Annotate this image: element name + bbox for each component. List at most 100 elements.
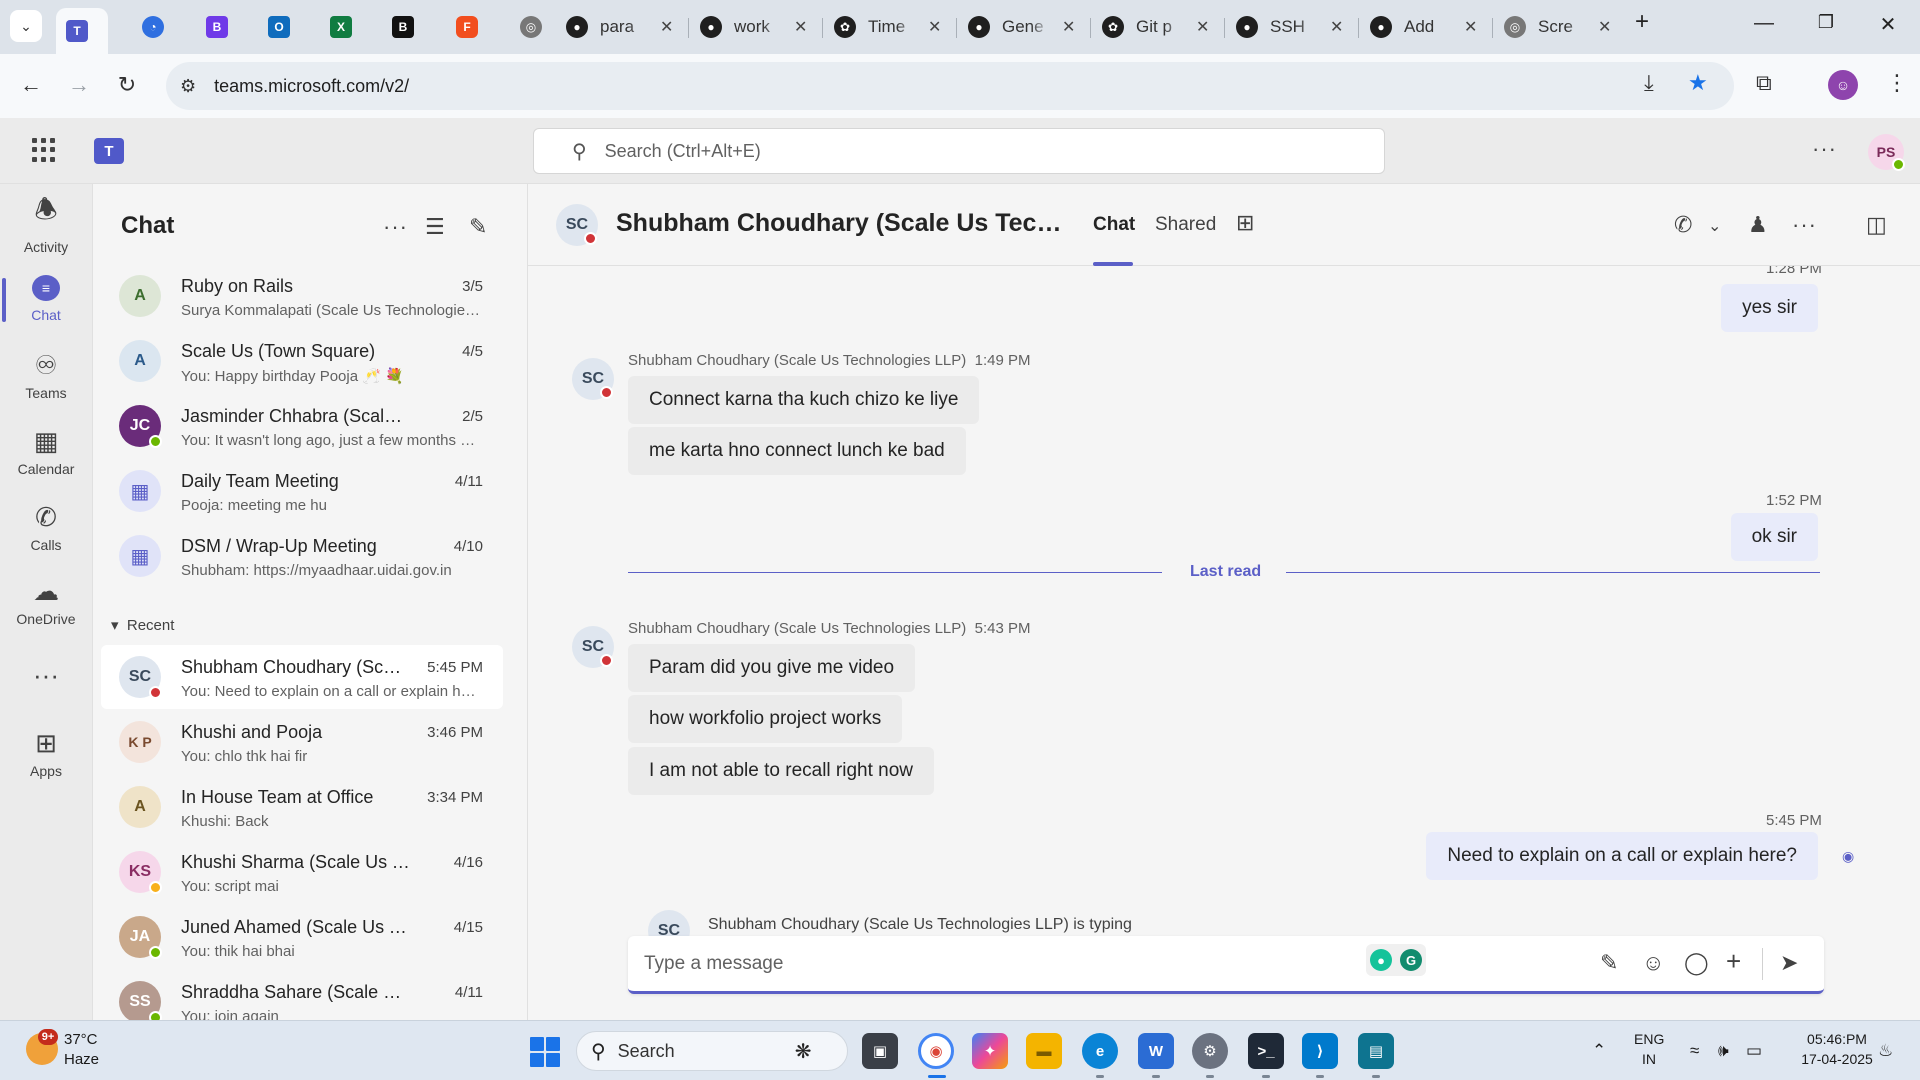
- file-explorer-folder-icon[interactable]: ▬: [1026, 1033, 1062, 1069]
- emoji-icon[interactable]: ☺: [1642, 950, 1664, 976]
- chat-row-shubham-choudhary[interactable]: SC Shubham Choudhary (Scale Us Technolog…: [101, 645, 503, 709]
- tab-github-1[interactable]: ● para ✕: [556, 8, 686, 46]
- open-side-panel-icon[interactable]: ◫: [1866, 212, 1887, 238]
- tab-search-dropdown[interactable]: ⌄: [10, 10, 42, 42]
- message-input[interactable]: [644, 950, 1344, 978]
- close-icon[interactable]: ✕: [1062, 17, 1075, 37]
- more-options-icon[interactable]: ···: [383, 214, 408, 240]
- tab-openai-1[interactable]: ✿ Time ✕: [824, 8, 954, 46]
- url-text[interactable]: teams.microsoft.com/v2/: [214, 76, 409, 97]
- app-launcher-icon[interactable]: [32, 138, 56, 162]
- extensions-icon[interactable]: ⧉: [1756, 70, 1772, 96]
- clock-time[interactable]: 05:46:PM: [1782, 1031, 1892, 1047]
- address-bar[interactable]: ⚙ teams.microsoft.com/v2/: [166, 62, 1734, 110]
- tab-github-2[interactable]: ● work ✕: [690, 8, 820, 46]
- rail-more-apps[interactable]: ···: [0, 640, 92, 710]
- start-windows-icon[interactable]: [530, 1037, 560, 1067]
- chat-row-daily-team-meeting[interactable]: ▦ Daily Team Meeting Pooja: meeting me h…: [101, 459, 503, 523]
- loop-component-icon[interactable]: ◯: [1684, 950, 1709, 976]
- rail-item-activity[interactable]: 🕭 Activity: [0, 188, 92, 258]
- close-icon[interactable]: ✕: [928, 17, 941, 37]
- taskbar-search[interactable]: ⚲ Search ❋: [576, 1031, 848, 1071]
- chat-row-khushi-and-pooja[interactable]: K P Khushi and Pooja You: chlo thk hai f…: [101, 710, 503, 774]
- rail-item-teams[interactable]: ♾ Teams: [0, 340, 92, 410]
- tab-pinned-3[interactable]: B: [196, 8, 240, 46]
- reload-icon[interactable]: ↻: [112, 72, 142, 98]
- filter-icon[interactable]: ☰: [425, 214, 445, 240]
- message-bubble-incoming[interactable]: Connect karna tha kuch chizo ke liye: [628, 376, 980, 424]
- close-icon[interactable]: ✕: [1464, 17, 1477, 37]
- edge-icon[interactable]: e: [1082, 1033, 1118, 1069]
- tab-pinned-2[interactable]: ◔: [132, 8, 176, 46]
- recent-section-header[interactable]: ▾ Recent: [111, 616, 174, 634]
- sender-avatar[interactable]: SC: [572, 626, 614, 668]
- weather-condition[interactable]: Haze: [64, 1051, 99, 1068]
- add-people-icon[interactable]: ♟: [1748, 212, 1768, 238]
- rail-item-calendar[interactable]: ▦ Calendar: [0, 416, 92, 486]
- tab-chat[interactable]: Chat: [1093, 214, 1135, 236]
- add-attachment-plus-icon[interactable]: +: [1726, 946, 1741, 977]
- rail-item-apps[interactable]: ⊞ Apps: [0, 718, 92, 788]
- input-region[interactable]: IN: [1642, 1051, 1656, 1067]
- format-text-icon[interactable]: ✎: [1600, 950, 1618, 976]
- call-phone-icon[interactable]: ✆: [1674, 212, 1692, 238]
- close-icon[interactable]: ✕: [1196, 17, 1209, 37]
- message-bubble-outgoing[interactable]: Need to explain on a call or explain her…: [1426, 832, 1818, 880]
- task-view-icon[interactable]: ▣: [862, 1033, 898, 1069]
- message-bubble-outgoing[interactable]: yes sir: [1721, 284, 1818, 332]
- browser-profile-avatar[interactable]: ☺: [1828, 70, 1858, 100]
- install-app-icon[interactable]: ⤓: [1644, 70, 1654, 96]
- forward-arrow-icon[interactable]: →: [64, 72, 94, 98]
- more-options-icon[interactable]: ···: [1792, 212, 1817, 238]
- tab-github-4[interactable]: ● SSH ✕: [1226, 8, 1356, 46]
- battery-icon[interactable]: ▭: [1746, 1041, 1762, 1061]
- chat-row-jasminder-chhabra[interactable]: JC Jasminder Chhabra (Scale Us Technolog…: [101, 394, 503, 458]
- back-arrow-icon[interactable]: ←: [16, 72, 46, 98]
- volume-icon[interactable]: 🕪: [1718, 1041, 1729, 1061]
- tab-teams[interactable]: T: [56, 8, 108, 54]
- grammarly-widget[interactable]: ● G: [1366, 944, 1426, 976]
- my-avatar[interactable]: PS: [1868, 134, 1905, 171]
- chat-row-juned-ahamed[interactable]: JA Juned Ahamed (Scale Us Technologies L…: [101, 905, 503, 969]
- tab-pinned-4[interactable]: O: [258, 8, 302, 46]
- conversation-title[interactable]: Shubham Choudhary (Scale Us Technologies…: [616, 209, 1071, 238]
- bookmark-star-icon[interactable]: ★: [1688, 70, 1708, 96]
- window-close-icon[interactable]: ✕: [1868, 12, 1908, 37]
- restore-icon[interactable]: ❐: [1806, 12, 1846, 33]
- rail-item-chat[interactable]: ≡ Chat: [0, 264, 92, 334]
- message-composer[interactable]: ● G ✎ ☺ ◯ + ➤: [628, 936, 1824, 994]
- tab-pinned-6[interactable]: B: [382, 8, 426, 46]
- message-bubble-incoming[interactable]: I am not able to recall right now: [628, 747, 935, 795]
- search-input[interactable]: [604, 140, 1305, 162]
- browser-menu-icon[interactable]: ⋮: [1886, 70, 1908, 96]
- remote-desktop-icon[interactable]: ▤: [1358, 1033, 1394, 1069]
- tab-pinned-7[interactable]: F: [446, 8, 490, 46]
- weather-temperature[interactable]: 37°C: [64, 1031, 98, 1048]
- vscode-icon[interactable]: ⟩: [1302, 1033, 1338, 1069]
- copilot-icon[interactable]: ✦: [972, 1033, 1008, 1069]
- message-bubble-incoming[interactable]: how workfolio project works: [628, 695, 903, 743]
- close-icon[interactable]: ✕: [794, 17, 807, 37]
- new-chat-icon[interactable]: ✎: [469, 214, 487, 240]
- tab-openai-2[interactable]: ✿ Git p ✕: [1092, 8, 1222, 46]
- chat-row-dsm-wrap-up-meeting[interactable]: ▦ DSM / Wrap-Up Meeting Shubham: https:/…: [101, 524, 503, 588]
- contact-avatar[interactable]: SC: [556, 204, 598, 246]
- tab-pinned-5[interactable]: X: [320, 8, 364, 46]
- close-icon[interactable]: ✕: [1330, 17, 1343, 37]
- message-bubble-incoming[interactable]: Param did you give me video: [628, 644, 916, 692]
- rail-item-calls[interactable]: ✆ Calls: [0, 492, 92, 562]
- send-icon[interactable]: ➤: [1780, 950, 1798, 976]
- settings-gear-icon[interactable]: ⚙: [1192, 1033, 1228, 1069]
- terminal-icon[interactable]: >_: [1248, 1033, 1284, 1069]
- close-icon[interactable]: ✕: [660, 17, 673, 37]
- global-search[interactable]: ⚲: [533, 128, 1385, 174]
- show-hidden-icons-chevron-icon[interactable]: ⌃: [1592, 1041, 1606, 1061]
- site-settings-icon[interactable]: ⚙: [180, 76, 196, 97]
- add-tab-icon[interactable]: ⊞: [1236, 210, 1254, 236]
- chat-row-shraddha-sahare[interactable]: SS Shraddha Sahare (Scale Us Technologie…: [101, 970, 503, 1020]
- tab-shared[interactable]: Shared: [1155, 214, 1216, 236]
- tab-github-5[interactable]: ● Add ✕: [1360, 8, 1490, 46]
- chat-row-khushi-sharma[interactable]: KS Khushi Sharma (Scale Us Technologies …: [101, 840, 503, 904]
- new-tab-plus-icon[interactable]: +: [1622, 8, 1662, 36]
- tab-github-3[interactable]: ● Gene ✕: [958, 8, 1088, 46]
